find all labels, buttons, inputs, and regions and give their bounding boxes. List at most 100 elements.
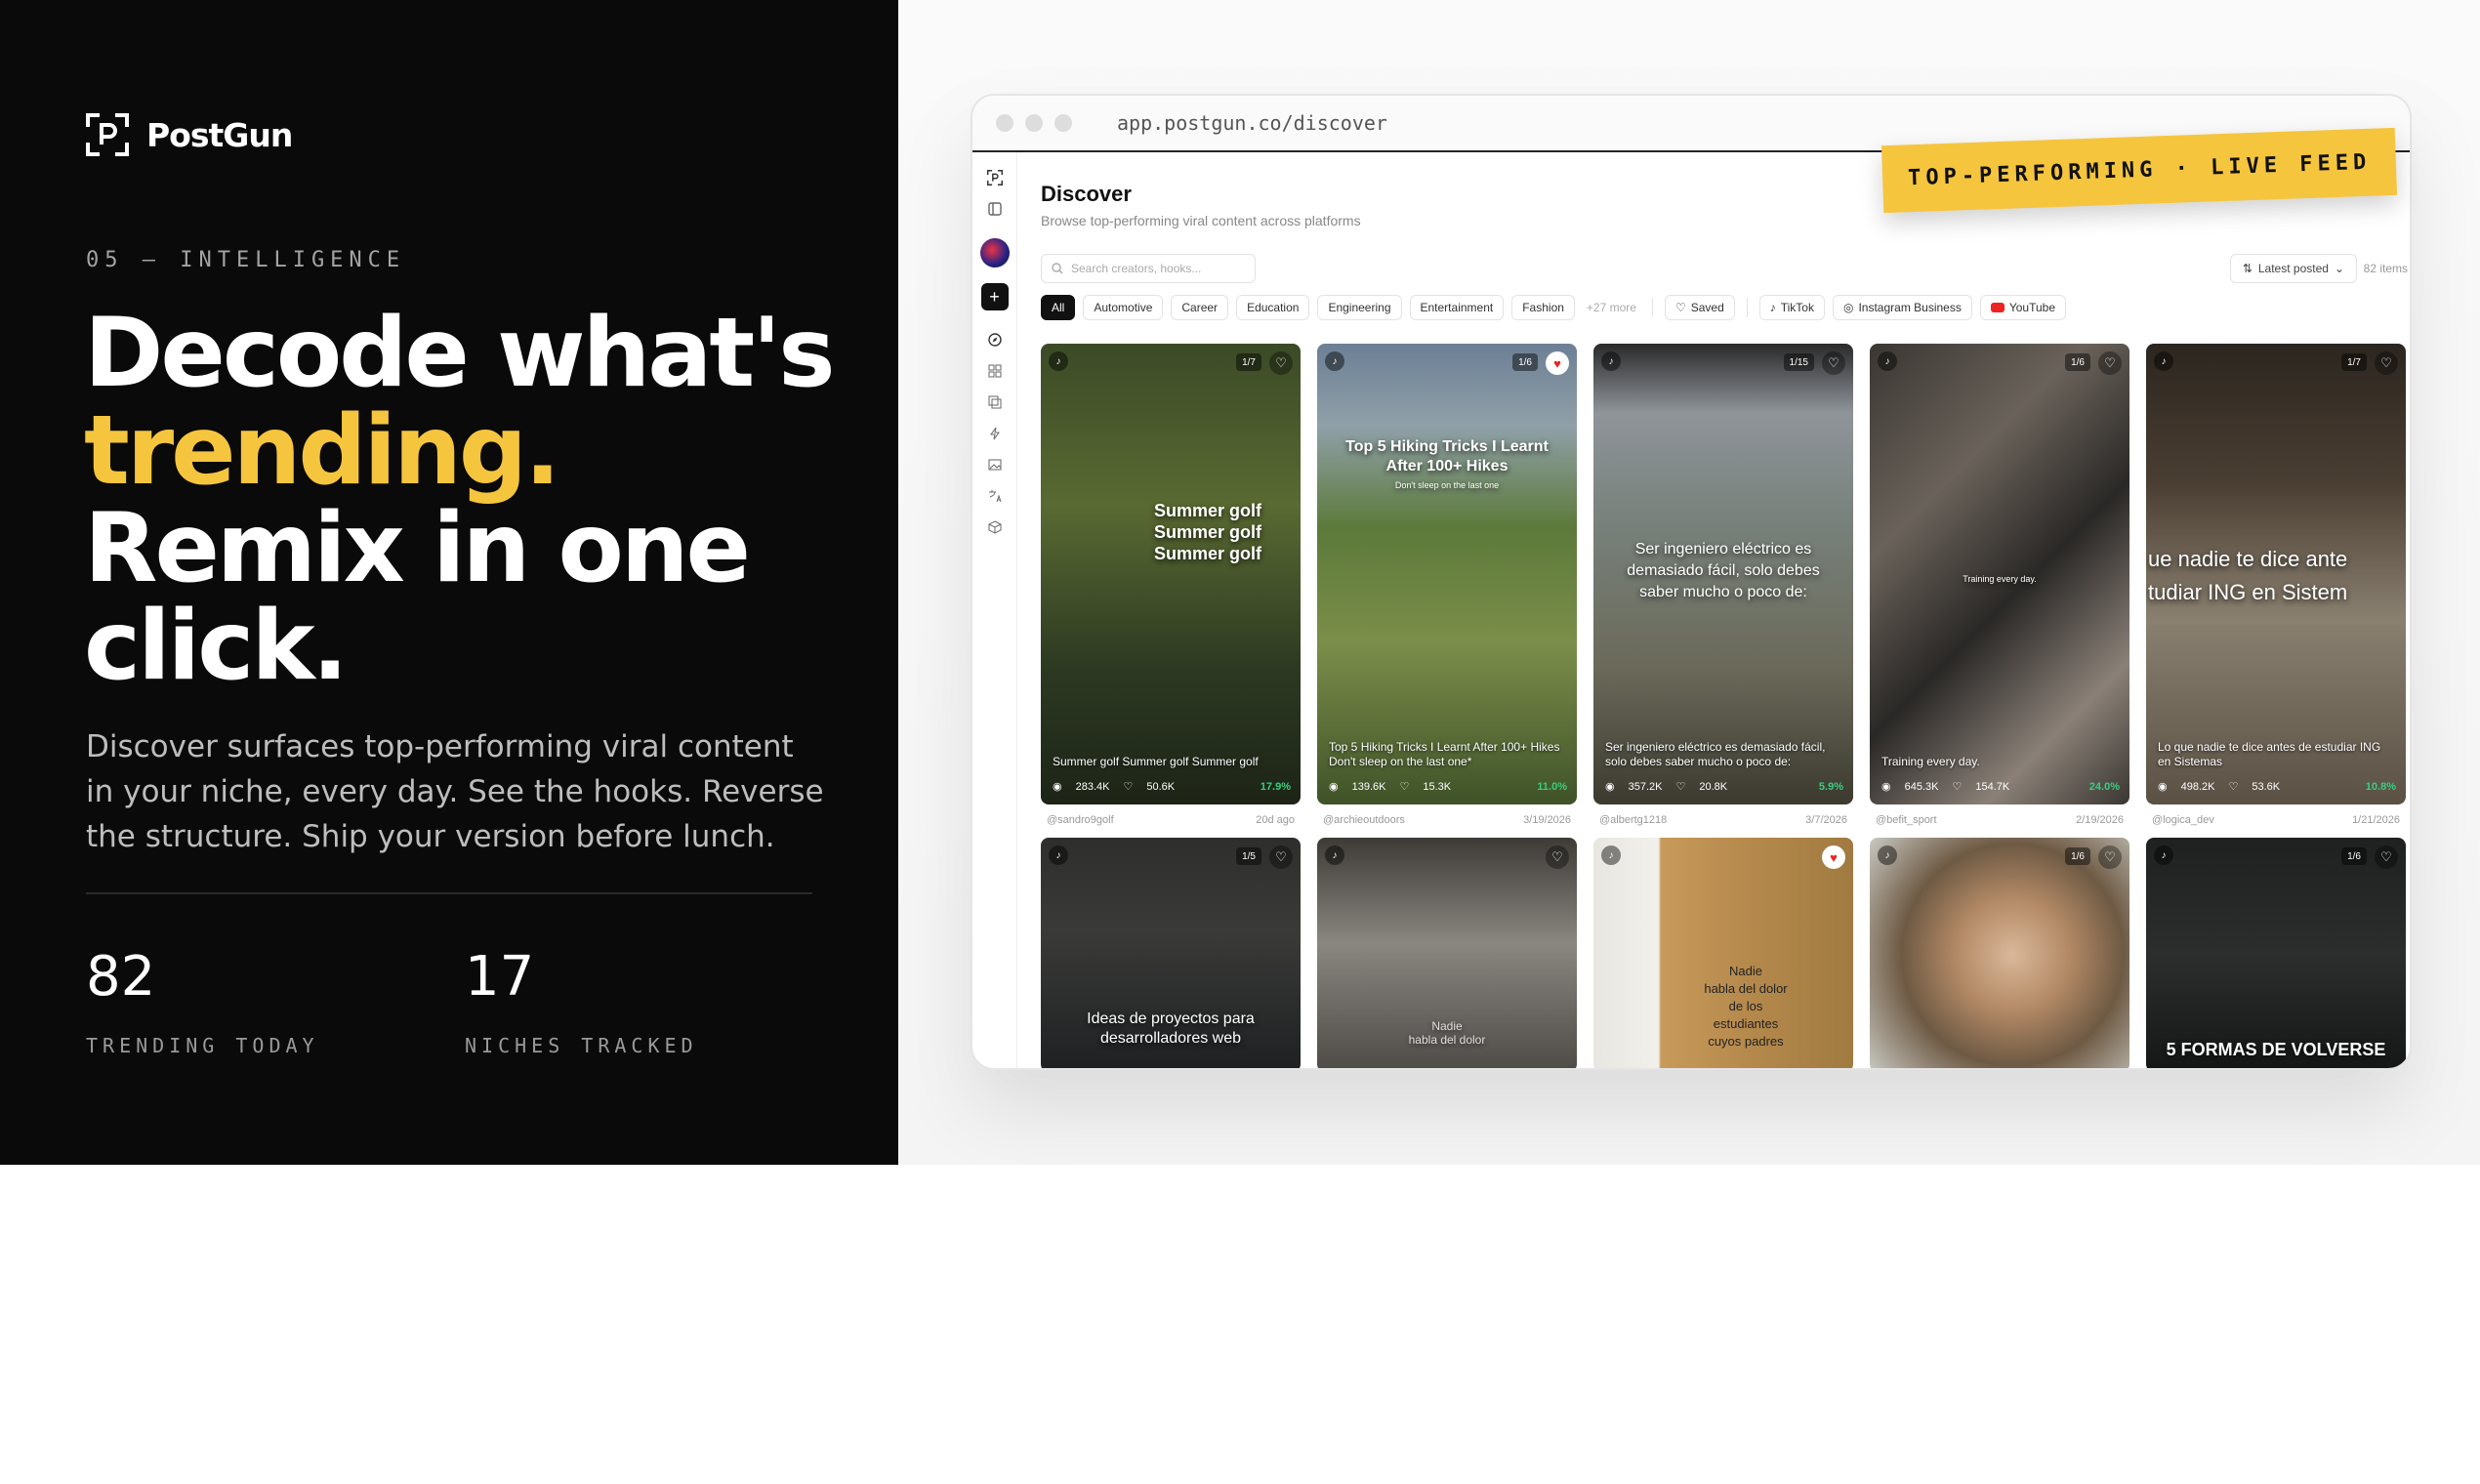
creator-handle[interactable]: @logica_dev bbox=[2152, 814, 2214, 826]
like-button[interactable]: ♡ bbox=[2375, 845, 2398, 869]
platform-tiktok[interactable]: ♪ TikTok bbox=[1758, 295, 1825, 320]
app-logo-icon[interactable] bbox=[985, 168, 1005, 187]
filter-chips: All Automotive Career Education Engineer… bbox=[1041, 295, 2067, 320]
chip-career[interactable]: Career bbox=[1171, 295, 1229, 320]
create-button[interactable]: + bbox=[980, 283, 1009, 310]
saved-filter[interactable]: ♡ Saved bbox=[1664, 295, 1735, 320]
hook-text: Nadie habla del dolor bbox=[1408, 1019, 1486, 1047]
content-card[interactable]: ♪ 1/6 ♡ Training every day. Training eve… bbox=[1870, 344, 2129, 826]
card-thumbnail[interactable]: ♪ 1/6 ♡ Training every day. Training eve… bbox=[1870, 344, 2129, 804]
content-card[interactable]: ♪ 1/7 ♡ ue nadie te dice ante tudiar ING… bbox=[2146, 344, 2406, 826]
growth-rate: 10.8% bbox=[2365, 780, 2396, 793]
card-metrics: ◉ 283.4K ♡ 50.6K 17.9% bbox=[1053, 780, 1291, 794]
chip-automotive[interactable]: Automotive bbox=[1083, 295, 1164, 320]
card-thumbnail[interactable]: ♪ 1/15 ♡ Ser ingeniero eléctrico es dema… bbox=[1593, 344, 1853, 804]
like-button[interactable]: ♡ bbox=[1822, 351, 1845, 375]
like-button[interactable]: ♡ bbox=[1269, 351, 1293, 375]
headline-highlight: trending. bbox=[84, 395, 560, 507]
post-date: 3/19/2026 bbox=[1523, 814, 1571, 826]
instagram-icon: ◎ bbox=[1842, 301, 1854, 314]
brand[interactable]: PostGun bbox=[86, 113, 293, 156]
card-thumbnail[interactable]: ♪ 1/6 ♥ Top 5 Hiking Tricks I Learnt Aft… bbox=[1317, 344, 1577, 804]
content-card[interactable]: ♪ 1/15 ♡ Ser ingeniero eléctrico es dema… bbox=[1593, 344, 1853, 826]
content-card[interactable]: ♪ ♡ Nadie habla del dolor bbox=[1317, 838, 1577, 1068]
stat-label: TRENDING TODAY bbox=[86, 1034, 319, 1057]
discover-page: Discover Browse top-performing viral con… bbox=[1041, 152, 2410, 1068]
sidebar-toggle-icon[interactable] bbox=[985, 199, 1005, 219]
chip-entertainment[interactable]: Entertainment bbox=[1409, 295, 1505, 320]
discover-icon[interactable] bbox=[985, 330, 1005, 350]
platform-instagram[interactable]: ◎ Instagram Business bbox=[1832, 295, 1972, 320]
content-card[interactable]: ♪ 1/5 ♡ Ideas de proyectos para desarrol… bbox=[1041, 838, 1301, 1068]
slide-counter: 1/15 bbox=[1783, 353, 1814, 371]
like-button[interactable]: ♥ bbox=[1822, 845, 1845, 869]
image-icon[interactable] bbox=[985, 455, 1005, 474]
likes-count: 20.8K bbox=[1699, 780, 1728, 793]
content-card[interactable]: ♪ 1/6 ♡ bbox=[1870, 838, 2129, 1068]
card-thumbnail[interactable]: ♪ ♥ Nadie habla del dolor de los estudia… bbox=[1593, 838, 1853, 1068]
address-bar[interactable]: app.postgun.co/discover bbox=[1117, 111, 1387, 135]
translate-icon[interactable] bbox=[985, 486, 1005, 506]
like-button[interactable]: ♥ bbox=[1546, 351, 1569, 375]
views-icon: ◉ bbox=[1329, 781, 1339, 793]
likes-count: 50.6K bbox=[1146, 780, 1176, 793]
card-thumbnail[interactable]: ♪ 1/6 ♡ bbox=[1870, 838, 2129, 1068]
hook-text: Ser ingeniero eléctrico es demasiado fác… bbox=[1627, 541, 1820, 600]
slide-counter: 1/6 bbox=[2341, 847, 2367, 865]
content-card[interactable]: ♪ ♥ Nadie habla del dolor de los estudia… bbox=[1593, 838, 1853, 1068]
user-avatar[interactable] bbox=[979, 238, 1010, 268]
like-button[interactable]: ♡ bbox=[1269, 845, 1293, 869]
creator-handle[interactable]: @albertg1218 bbox=[1599, 814, 1667, 826]
hook-text: 5 FORMAS DE VOLVERSE bbox=[2166, 1040, 2386, 1059]
chip-all[interactable]: All bbox=[1041, 295, 1076, 320]
page-footer-space bbox=[0, 1165, 2480, 1484]
showcase-panel: app.postgun.co/discover + Discover Brows… bbox=[898, 0, 2480, 1165]
stat-niches: 17 NICHES TRACKED bbox=[465, 945, 698, 1057]
growth-rate: 17.9% bbox=[1260, 780, 1291, 793]
content-card[interactable]: ♪ 1/7 ♡ Summer golf Summer golf Summer g… bbox=[1041, 344, 1301, 826]
stat-value: 17 bbox=[465, 945, 535, 1009]
chip-fashion[interactable]: Fashion bbox=[1511, 295, 1575, 320]
sort-dropdown[interactable]: ⇅ Latest posted ⌄ bbox=[2229, 254, 2357, 283]
subtext: Discover surfaces top-performing viral c… bbox=[86, 729, 824, 854]
hero-panel: PostGun 05 — INTELLIGENCE Decode what's … bbox=[0, 0, 898, 1165]
hook-subtext: Don't sleep on the last one bbox=[1394, 480, 1500, 490]
platform-label: YouTube bbox=[2008, 301, 2056, 314]
window-minimize-dot[interactable] bbox=[1025, 114, 1043, 132]
content-card[interactable]: ♪ 1/6 ♡ 5 FORMAS DE VOLVERSE bbox=[2146, 838, 2406, 1068]
copy-icon[interactable] bbox=[985, 392, 1005, 412]
lightning-icon[interactable] bbox=[985, 424, 1005, 443]
tiktok-icon: ♪ bbox=[1878, 351, 1897, 371]
tiktok-icon: ♪ bbox=[1601, 845, 1621, 865]
chip-engineering[interactable]: Engineering bbox=[1317, 295, 1402, 320]
page-title: Discover bbox=[1041, 182, 1132, 206]
card-metrics: ◉ 357.2K ♡ 20.8K 5.9% bbox=[1605, 780, 1843, 794]
like-button[interactable]: ♡ bbox=[2098, 351, 2122, 375]
creator-handle[interactable]: @sandro9golf bbox=[1047, 814, 1114, 826]
content-card[interactable]: ♪ 1/6 ♥ Top 5 Hiking Tricks I Learnt Aft… bbox=[1317, 344, 1577, 826]
card-thumbnail[interactable]: ♪ 1/5 ♡ Ideas de proyectos para desarrol… bbox=[1041, 838, 1301, 1068]
search-input[interactable]: Search creators, hooks... bbox=[1041, 254, 1256, 283]
creator-handle[interactable]: @befit_sport bbox=[1876, 814, 1937, 826]
card-caption: Ser ingeniero eléctrico es demasiado fác… bbox=[1605, 740, 1826, 768]
platform-youtube[interactable]: YouTube bbox=[1979, 295, 2067, 320]
window-zoom-dot[interactable] bbox=[1054, 114, 1072, 132]
browser-window: app.postgun.co/discover + Discover Brows… bbox=[971, 94, 2412, 1070]
card-thumbnail[interactable]: ♪ 1/7 ♡ ue nadie te dice ante tudiar ING… bbox=[2146, 344, 2406, 804]
headline-line-4: click. bbox=[84, 591, 349, 702]
slide-counter: 1/6 bbox=[2065, 353, 2090, 371]
card-thumbnail[interactable]: ♪ 1/6 ♡ 5 FORMAS DE VOLVERSE bbox=[2146, 838, 2406, 1068]
package-icon[interactable] bbox=[985, 517, 1005, 537]
card-thumbnail[interactable]: ♪ 1/7 ♡ Summer golf Summer golf Summer g… bbox=[1041, 344, 1301, 804]
like-button[interactable]: ♡ bbox=[2375, 351, 2398, 375]
chip-education[interactable]: Education bbox=[1236, 295, 1310, 320]
window-close-dot[interactable] bbox=[996, 114, 1013, 132]
like-button[interactable]: ♡ bbox=[1546, 845, 1569, 869]
more-chips-button[interactable]: +27 more bbox=[1583, 295, 1640, 320]
card-thumbnail[interactable]: ♪ ♡ Nadie habla del dolor bbox=[1317, 838, 1577, 1068]
growth-rate: 5.9% bbox=[1818, 780, 1843, 793]
views-icon: ◉ bbox=[1881, 781, 1891, 793]
creator-handle[interactable]: @archieoutdoors bbox=[1323, 814, 1405, 826]
grid-icon[interactable] bbox=[985, 361, 1005, 381]
like-button[interactable]: ♡ bbox=[2098, 845, 2122, 869]
